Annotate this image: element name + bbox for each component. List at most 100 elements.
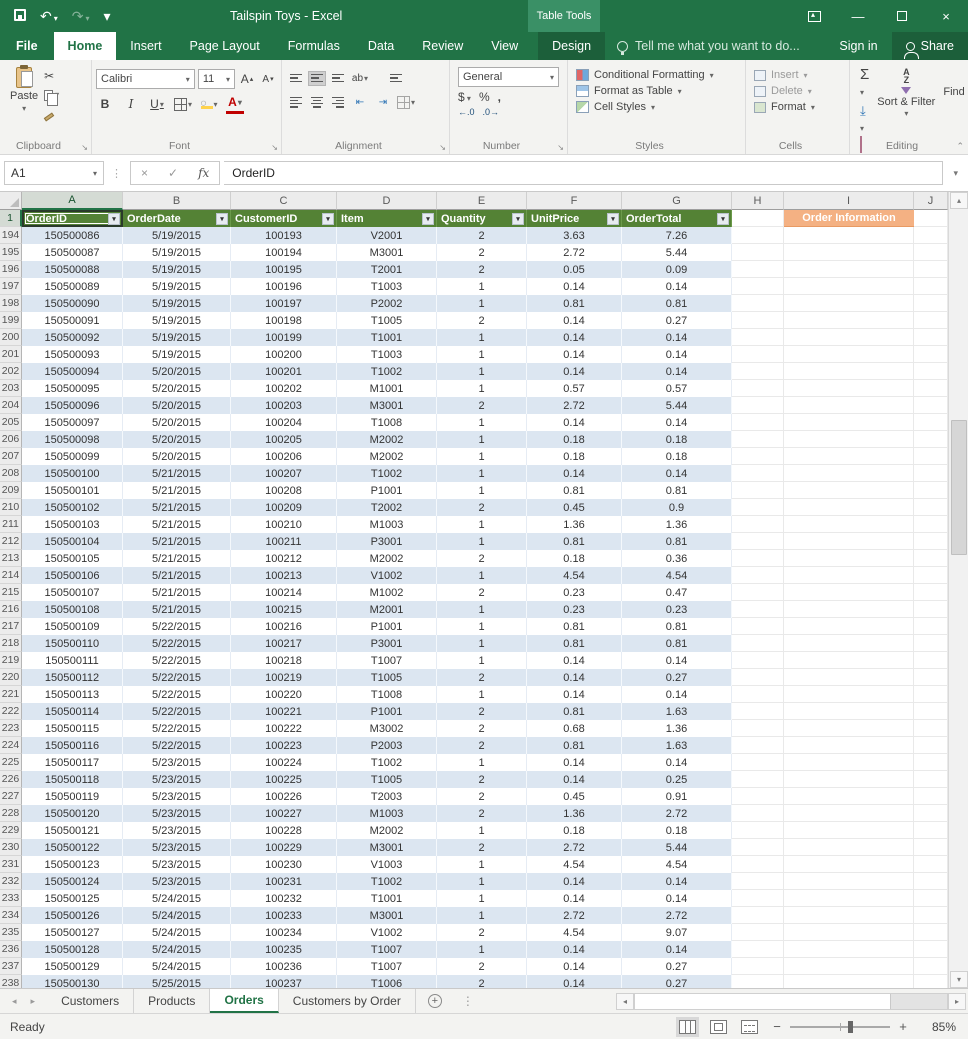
cell[interactable] — [732, 261, 784, 278]
format-as-table-button[interactable]: Format as Table ▾ — [576, 85, 714, 97]
cell[interactable]: 100207 — [231, 465, 337, 482]
cell[interactable] — [914, 499, 948, 516]
undo-icon[interactable]: ↶ ▾ — [40, 9, 58, 23]
cell[interactable] — [784, 703, 914, 720]
cell[interactable] — [732, 873, 784, 890]
cell[interactable]: 150500114 — [22, 703, 123, 720]
cell[interactable]: 2 — [437, 227, 527, 244]
cell[interactable]: 150500093 — [22, 346, 123, 363]
cell[interactable]: 2.72 — [527, 397, 622, 414]
cell[interactable]: 1 — [437, 533, 527, 550]
cell[interactable]: T1002 — [337, 754, 437, 771]
cell[interactable]: 100228 — [231, 822, 337, 839]
cell[interactable] — [732, 414, 784, 431]
cell[interactable] — [732, 652, 784, 669]
name-box[interactable]: A1 ▾ — [4, 161, 104, 185]
cell[interactable]: 0.18 — [527, 550, 622, 567]
cell[interactable]: T1006 — [337, 975, 437, 988]
row-header-223[interactable]: 223 — [0, 720, 22, 737]
cell[interactable]: 100223 — [231, 737, 337, 754]
cell[interactable]: 1.63 — [622, 737, 732, 754]
cell[interactable]: T1008 — [337, 414, 437, 431]
cell[interactable]: 100194 — [231, 244, 337, 261]
cell[interactable] — [732, 601, 784, 618]
cell[interactable]: 0.14 — [527, 346, 622, 363]
cell[interactable]: 100226 — [231, 788, 337, 805]
cell[interactable]: 0.9 — [622, 499, 732, 516]
cell[interactable] — [914, 227, 948, 244]
page-break-view-icon[interactable] — [741, 1019, 758, 1034]
row-header-198[interactable]: 198 — [0, 295, 22, 312]
cell[interactable] — [784, 227, 914, 244]
cell[interactable] — [914, 533, 948, 550]
cell[interactable]: 1 — [437, 278, 527, 295]
row-header-226[interactable]: 226 — [0, 771, 22, 788]
cell[interactable]: 1 — [437, 414, 527, 431]
cell[interactable] — [784, 244, 914, 261]
cell[interactable] — [784, 686, 914, 703]
cell[interactable]: 150500101 — [22, 482, 123, 499]
cell[interactable]: 5/25/2015 — [123, 975, 231, 988]
cell[interactable]: 1 — [437, 448, 527, 465]
cell[interactable]: 100236 — [231, 958, 337, 975]
cell[interactable]: 150500103 — [22, 516, 123, 533]
scroll-down-icon[interactable]: ▾ — [950, 971, 968, 988]
zoom-slider-thumb[interactable] — [848, 1020, 853, 1033]
cell[interactable]: 100235 — [231, 941, 337, 958]
cell[interactable]: T1007 — [337, 941, 437, 958]
wrap-text-icon[interactable] — [388, 72, 404, 85]
column-header-I[interactable]: I — [784, 192, 914, 210]
row-header-217[interactable]: 217 — [0, 618, 22, 635]
cell[interactable]: 150500112 — [22, 669, 123, 686]
cell[interactable]: 2 — [437, 550, 527, 567]
cell[interactable]: 150500125 — [22, 890, 123, 907]
cell[interactable] — [732, 703, 784, 720]
cell[interactable]: 5/23/2015 — [123, 788, 231, 805]
cell[interactable]: 5/24/2015 — [123, 890, 231, 907]
cell[interactable]: 2 — [437, 788, 527, 805]
cell[interactable] — [784, 312, 914, 329]
cell[interactable]: 150500127 — [22, 924, 123, 941]
cell[interactable] — [732, 363, 784, 380]
cell[interactable]: 5/19/2015 — [123, 244, 231, 261]
cell[interactable] — [732, 754, 784, 771]
cell[interactable]: 0.09 — [622, 261, 732, 278]
cell[interactable]: 100214 — [231, 584, 337, 601]
cell[interactable] — [914, 278, 948, 295]
cell[interactable]: 1.36 — [622, 720, 732, 737]
cell[interactable]: 1 — [437, 635, 527, 652]
cell[interactable]: 100200 — [231, 346, 337, 363]
cell[interactable]: M2001 — [337, 601, 437, 618]
cell[interactable]: 100224 — [231, 754, 337, 771]
redo-icon[interactable]: ↷ ▾ — [72, 9, 90, 23]
conditional-formatting-button[interactable]: Conditional Formatting ▾ — [576, 69, 714, 81]
cell[interactable]: 0.14 — [622, 941, 732, 958]
decrease-indent-icon[interactable]: ⇤ — [351, 92, 369, 112]
cell[interactable]: 5/22/2015 — [123, 686, 231, 703]
maximize-button[interactable] — [880, 0, 924, 32]
cell[interactable] — [784, 839, 914, 856]
tab-page-layout[interactable]: Page Layout — [176, 32, 274, 60]
cell[interactable]: 2 — [437, 703, 527, 720]
format-cells-button[interactable]: Format ▾ — [754, 101, 815, 113]
cell[interactable]: 150500102 — [22, 499, 123, 516]
cell[interactable]: 150500097 — [22, 414, 123, 431]
delete-cells-button[interactable]: Delete ▾ — [754, 85, 815, 97]
cell[interactable] — [784, 482, 914, 499]
fill-color-icon[interactable]: ◌ ▾ — [200, 94, 218, 114]
cell[interactable]: 0.14 — [527, 941, 622, 958]
cell[interactable]: 5/22/2015 — [123, 720, 231, 737]
cell[interactable] — [914, 584, 948, 601]
cell[interactable] — [732, 584, 784, 601]
cell[interactable]: 2.72 — [622, 805, 732, 822]
row-header-222[interactable]: 222 — [0, 703, 22, 720]
cell[interactable]: 150500096 — [22, 397, 123, 414]
cell[interactable] — [914, 635, 948, 652]
cancel-icon[interactable]: × — [131, 166, 158, 180]
filter-button[interactable]: ▾ — [216, 212, 228, 225]
cell[interactable] — [732, 788, 784, 805]
cell[interactable]: 5/20/2015 — [123, 414, 231, 431]
filter-button[interactable]: ▾ — [322, 212, 334, 225]
cell[interactable] — [732, 550, 784, 567]
cell[interactable] — [732, 312, 784, 329]
